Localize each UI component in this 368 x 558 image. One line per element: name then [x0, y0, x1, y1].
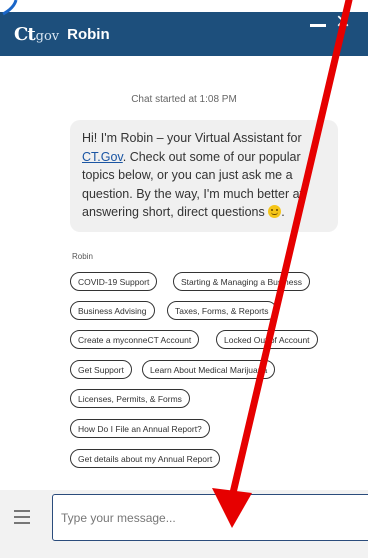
chat-started-label: Chat started at 1:08 PM: [131, 94, 237, 105]
quick-reply-licenses-permits[interactable]: Licenses, Permits, & Forms: [70, 389, 190, 408]
quick-reply-annual-report-details[interactable]: Get details about my Annual Report: [70, 449, 221, 468]
sender-label: Robin: [72, 252, 93, 261]
ct-gov-link[interactable]: CT.Gov: [82, 150, 123, 164]
ct-gov-logo: Ct gov: [14, 24, 59, 45]
message-input[interactable]: [52, 494, 368, 541]
chat-header: Ct gov Robin: [0, 12, 368, 56]
logo-ct: Ct: [14, 23, 36, 45]
message-list[interactable]: Chat started at 1:08 PM Hi! I'm Robin – …: [0, 56, 368, 490]
quick-reply-file-annual-report[interactable]: How Do I File an Annual Report?: [70, 419, 210, 438]
logo-gov: gov: [35, 28, 60, 44]
greeting-period: .: [281, 205, 285, 219]
quick-reply-create-account[interactable]: Create a myconneCT Account: [70, 330, 200, 349]
quick-reply-medical-marijuana[interactable]: Learn About Medical Marijuana: [142, 360, 276, 379]
chat-widget: Ct gov Robin × Chat started at 1:08 PM H…: [0, 0, 368, 558]
top-edge: [0, 0, 368, 12]
quick-reply-locked-out[interactable]: Locked Out of Account: [216, 330, 318, 349]
quick-reply-starting-business[interactable]: Starting & Managing a Business: [173, 272, 310, 291]
hamburger-menu-icon[interactable]: [14, 510, 30, 524]
quick-reply-taxes-forms[interactable]: Taxes, Forms, & Reports: [167, 301, 277, 320]
greeting-text-start: Hi! I'm Robin – your Virtual Assistant f…: [82, 131, 302, 145]
quick-reply-covid-support[interactable]: COVID-19 Support: [70, 272, 158, 291]
composer-bar: [0, 490, 368, 558]
close-icon[interactable]: ×: [336, 10, 350, 34]
smiley-icon: [268, 205, 282, 218]
minimize-icon[interactable]: [310, 24, 326, 27]
quick-reply-get-support[interactable]: Get Support: [70, 360, 132, 379]
agent-name: Robin: [67, 25, 110, 43]
greeting-bubble: Hi! I'm Robin – your Virtual Assistant f…: [70, 120, 338, 232]
quick-reply-business-advising[interactable]: Business Advising: [70, 301, 155, 320]
